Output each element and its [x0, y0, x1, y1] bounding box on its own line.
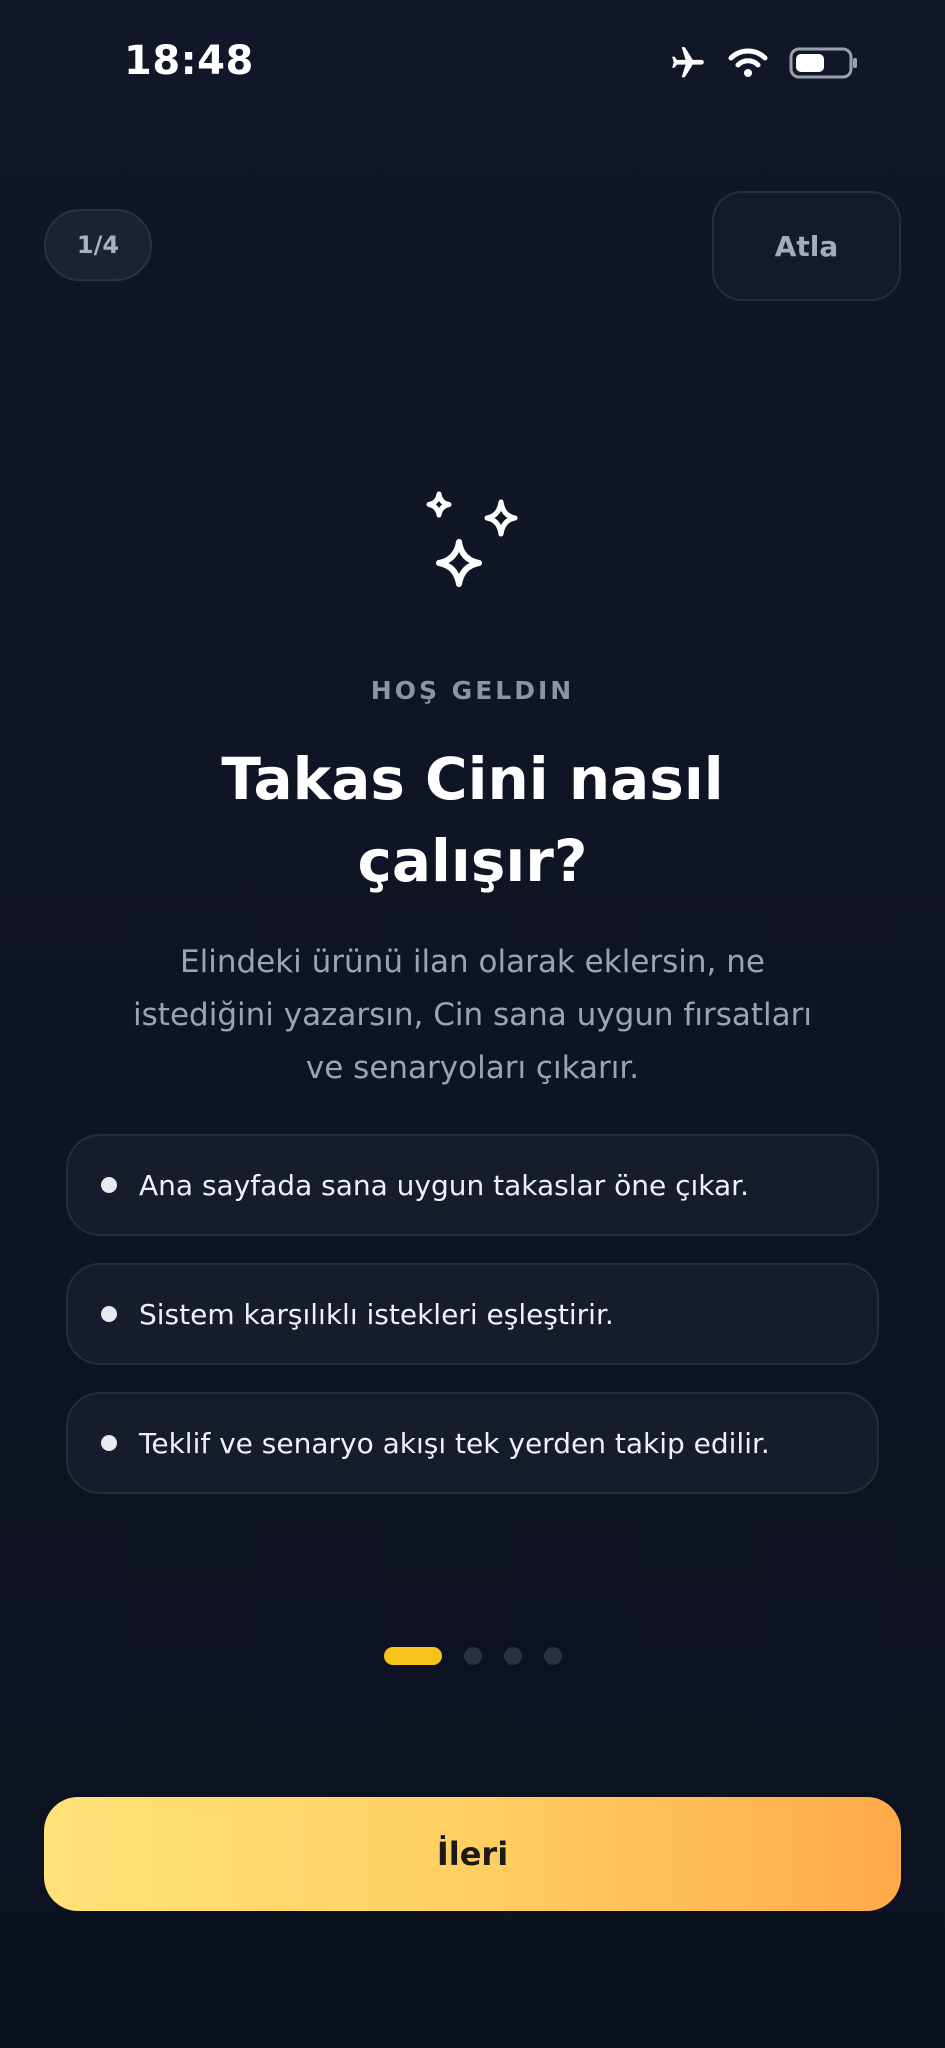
feature-item: Sistem karşılıklı istekleri eşleştirir.	[66, 1263, 879, 1365]
onboarding-screen: 18:48 1/4 Atla HOŞ GELDIN Takas Cini nas…	[0, 0, 945, 2048]
step-indicator: 1/4	[44, 209, 152, 281]
airplane-icon	[669, 44, 707, 82]
next-button[interactable]: İleri	[44, 1797, 901, 1911]
feature-text: Sistem karşılıklı istekleri eşleştirir.	[139, 1297, 614, 1331]
feature-text: Ana sayfada sana uygun takaslar öne çıka…	[139, 1168, 750, 1202]
feature-text: Teklif ve senaryo akışı tek yerden takip…	[139, 1426, 770, 1460]
page-dot-active	[383, 1647, 442, 1665]
feature-item: Teklif ve senaryo akışı tek yerden takip…	[66, 1392, 879, 1494]
skip-button[interactable]: Atla	[712, 191, 901, 301]
feature-item: Ana sayfada sana uygun takaslar öne çıka…	[66, 1134, 879, 1236]
wifi-icon	[727, 46, 769, 80]
sparkles-icon	[426, 491, 518, 587]
bullet-icon	[101, 1177, 117, 1193]
status-time: 18:48	[124, 38, 254, 84]
page-indicator	[0, 1647, 945, 1665]
page-dot	[503, 1647, 522, 1665]
eyebrow-label: HOŞ GELDIN	[370, 676, 575, 705]
feature-list: Ana sayfada sana uygun takaslar öne çıka…	[66, 1134, 879, 1521]
status-icons	[669, 44, 859, 82]
bullet-icon	[101, 1435, 117, 1451]
page-dot	[543, 1647, 562, 1665]
page-dot	[463, 1647, 482, 1665]
battery-icon	[789, 46, 859, 80]
page-title: Takas Cini nasıl çalışır?	[221, 745, 724, 895]
page-subtitle: Elindeki ürünü ilan olarak eklersin, ne …	[133, 944, 812, 1086]
bullet-icon	[101, 1306, 117, 1322]
